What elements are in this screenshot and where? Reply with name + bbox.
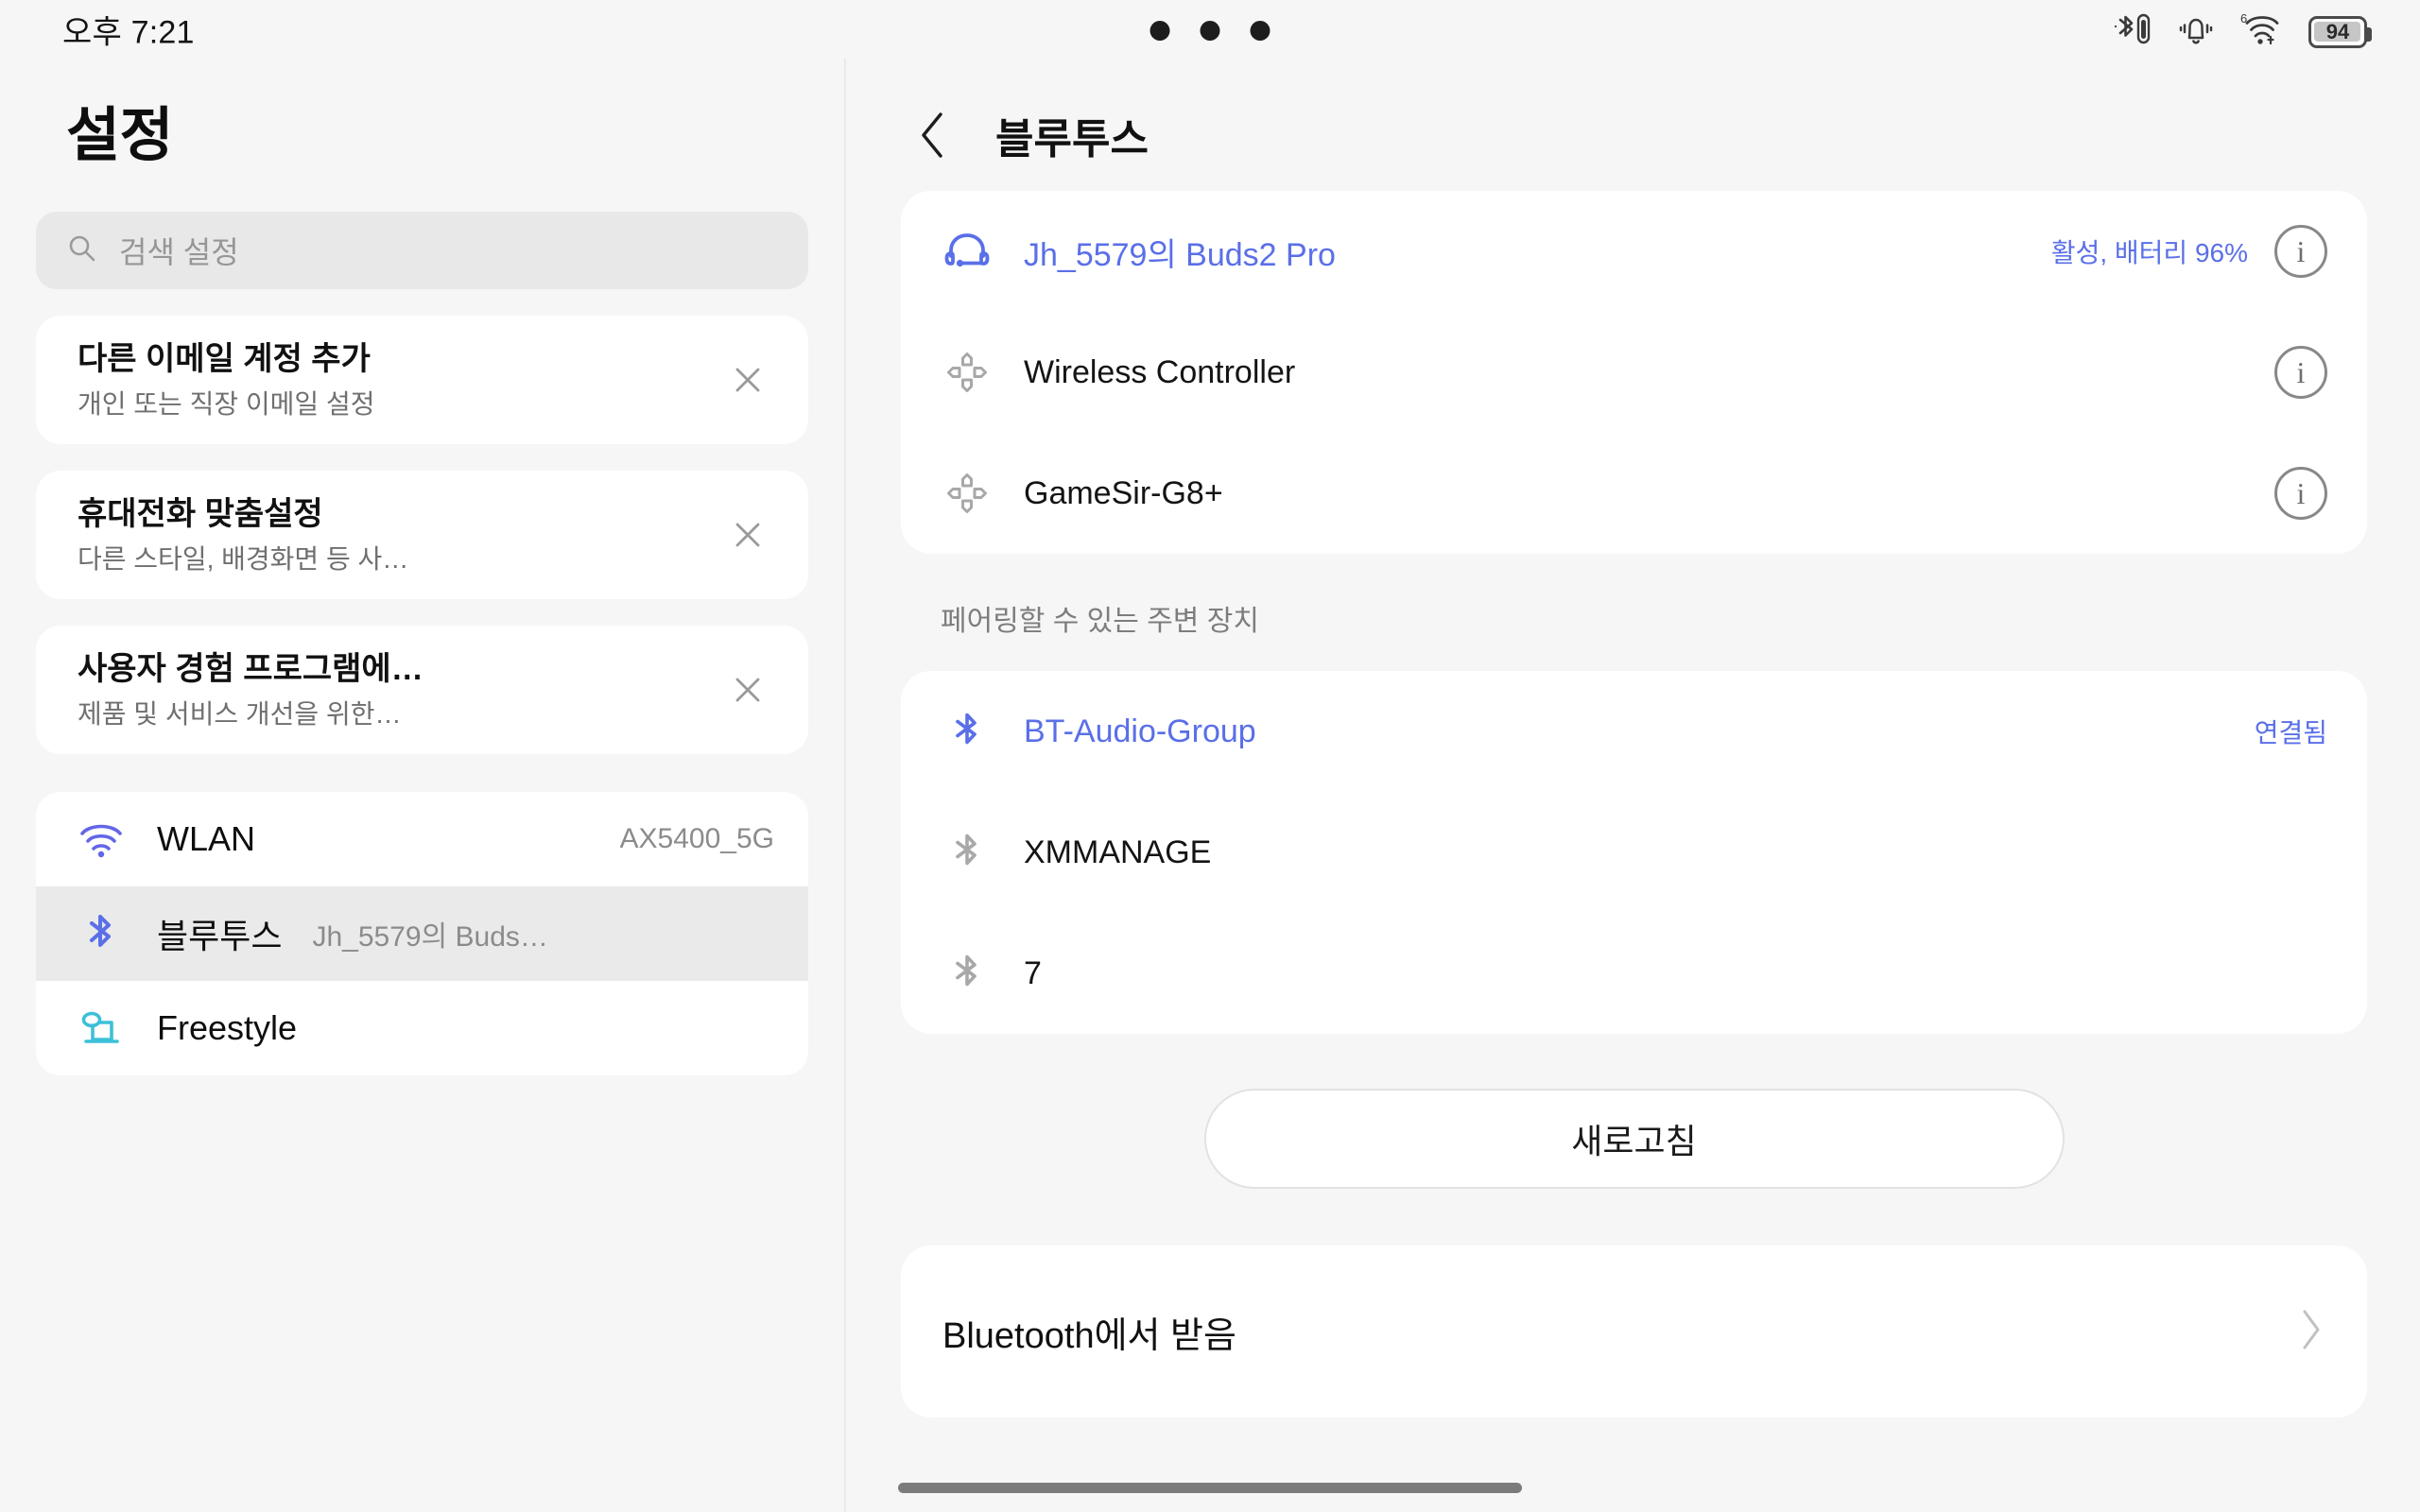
- suggestion-card[interactable]: 휴대전화 맞춤설정 다른 스타일, 배경화면 등 사…: [36, 471, 808, 599]
- sidebar-item-label: WLAN: [157, 819, 256, 858]
- sidebar-item-freestyle[interactable]: Freestyle: [36, 981, 808, 1075]
- bluetooth-received-label: Bluetooth에서 받음: [942, 1315, 1236, 1356]
- bluetooth-received-row[interactable]: Bluetooth에서 받음: [901, 1246, 2367, 1418]
- refresh-row: 새로고침: [901, 1089, 2367, 1189]
- close-icon[interactable]: [721, 353, 774, 406]
- battery-level: 94: [2325, 20, 2350, 43]
- search-input[interactable]: 검색 설정: [36, 212, 808, 289]
- suggestion-subtitle: 다른 스타일, 배경화면 등 사…: [78, 543, 409, 574]
- sidebar-item-wlan[interactable]: WLAN AX5400_5G: [36, 792, 808, 886]
- camera-dot: [1150, 21, 1170, 41]
- tablet-screen: 오후 7:21 6 94 설정 검색 설정 다른 이메일 계정 추가 개인 또는…: [0, 0, 2420, 1512]
- suggestion-card[interactable]: 사용자 경험 프로그램에… 제품 및 서비스 개선을 위한…: [36, 626, 808, 754]
- headset-icon: [942, 231, 992, 272]
- status-time: 오후 7:21: [62, 14, 195, 51]
- suggestion-title: 휴대전화 맞춤설정: [78, 496, 323, 533]
- refresh-button[interactable]: 새로고침: [1203, 1089, 2065, 1189]
- detail-title: 블루투스: [995, 116, 1149, 163]
- bell-vibrate-icon: [2174, 12, 2218, 48]
- paired-devices-panel: Jh_5579의 Buds2 Pro 활성, 배터리 96% i Wireles…: [901, 191, 2367, 554]
- bluetooth-icon: [942, 709, 992, 754]
- search-icon: [66, 232, 98, 269]
- close-icon[interactable]: [721, 663, 774, 716]
- suggestion-subtitle: 제품 및 서비스 개선을 위한…: [78, 698, 402, 729]
- bluetooth-icon: [942, 830, 992, 875]
- bluetooth-detail-panel: 블루투스 Jh_5579의 Buds2 Pro 활성, 배터리 96% i Wi…: [848, 59, 2420, 1512]
- sidebar-item-label: Freestyle: [157, 1008, 298, 1047]
- info-icon[interactable]: i: [2274, 225, 2327, 278]
- status-icons: 6 94: [2112, 10, 2372, 48]
- device-status: 연결됨: [2254, 718, 2327, 747]
- suggestion-subtitle: 개인 또는 직장 이메일 설정: [78, 388, 375, 419]
- device-name: BT-Audio-Group: [1024, 713, 1256, 749]
- gamepad-dpad-icon: [942, 351, 992, 394]
- page-title: 설정: [66, 103, 174, 168]
- available-devices-panel: BT-Audio-Group 연결됨 XMMANAGE 7: [901, 671, 2367, 1034]
- device-name: GameSir-G8+: [1024, 474, 1223, 511]
- suggestion-title: 다른 이메일 계정 추가: [78, 341, 371, 378]
- status-bar: 오후 7:21 6 94: [0, 0, 2420, 59]
- sidebar-item-value: AX5400_5G: [619, 823, 774, 854]
- home-indicator[interactable]: [898, 1483, 1522, 1493]
- camera-dot: [1250, 21, 1270, 41]
- device-name: 7: [1024, 954, 1042, 991]
- chevron-right-icon: [2299, 1308, 2324, 1356]
- settings-sidebar: 설정 검색 설정 다른 이메일 계정 추가 개인 또는 직장 이메일 설정 휴대…: [0, 59, 846, 1512]
- device-name: XMMANAGE: [1024, 833, 1212, 870]
- available-devices-header: 페어링할 수 있는 주변 장치: [941, 606, 1259, 637]
- battery-icon: 94: [2308, 16, 2372, 48]
- sidebar-item-label: 블루투스: [157, 917, 283, 955]
- sidebar-item-value: Jh_5579의 Buds…: [312, 921, 548, 953]
- device-row-buds2pro[interactable]: Jh_5579의 Buds2 Pro 활성, 배터리 96% i: [901, 191, 2367, 312]
- device-row-gamesir-g8[interactable]: GameSir-G8+ i: [901, 433, 2367, 554]
- device-row-xmmanage[interactable]: XMMANAGE: [901, 792, 2367, 913]
- camera-cutout-dots: [1150, 21, 1270, 41]
- device-row-bt-audio-group[interactable]: BT-Audio-Group 연결됨: [901, 671, 2367, 792]
- camera-dot: [1200, 21, 1220, 41]
- info-icon[interactable]: i: [2274, 346, 2327, 399]
- bluetooth-icon: [74, 910, 129, 957]
- device-status: 활성, 배터리 96%: [2050, 238, 2248, 267]
- chevron-left-icon[interactable]: [914, 111, 952, 160]
- detail-header: 블루투스: [901, 79, 2367, 191]
- search-placeholder: 검색 설정: [119, 235, 239, 269]
- device-row-wireless-controller[interactable]: Wireless Controller i: [901, 312, 2367, 433]
- device-row-7[interactable]: 7: [901, 913, 2367, 1034]
- info-icon[interactable]: i: [2274, 467, 2327, 520]
- bluetooth-battery-icon: [2112, 10, 2153, 48]
- suggestion-card[interactable]: 다른 이메일 계정 추가 개인 또는 직장 이메일 설정: [36, 316, 808, 444]
- device-name: Jh_5579의 Buds2 Pro: [1024, 236, 1336, 273]
- device-name: Wireless Controller: [1024, 353, 1296, 390]
- close-icon[interactable]: [721, 508, 774, 561]
- suggestion-title: 사용자 경험 프로그램에…: [78, 651, 424, 688]
- freestyle-projector-icon: [74, 1007, 129, 1049]
- wifi-icon: [74, 820, 129, 858]
- gamepad-dpad-icon: [942, 472, 992, 515]
- wifi6-icon: 6: [2238, 10, 2288, 48]
- sidebar-item-bluetooth[interactable]: 블루투스 Jh_5579의 Buds…: [36, 886, 808, 981]
- bluetooth-icon: [942, 951, 992, 996]
- settings-nav-group: WLAN AX5400_5G 블루투스 Jh_5579의 Buds… Frees…: [36, 792, 808, 1075]
